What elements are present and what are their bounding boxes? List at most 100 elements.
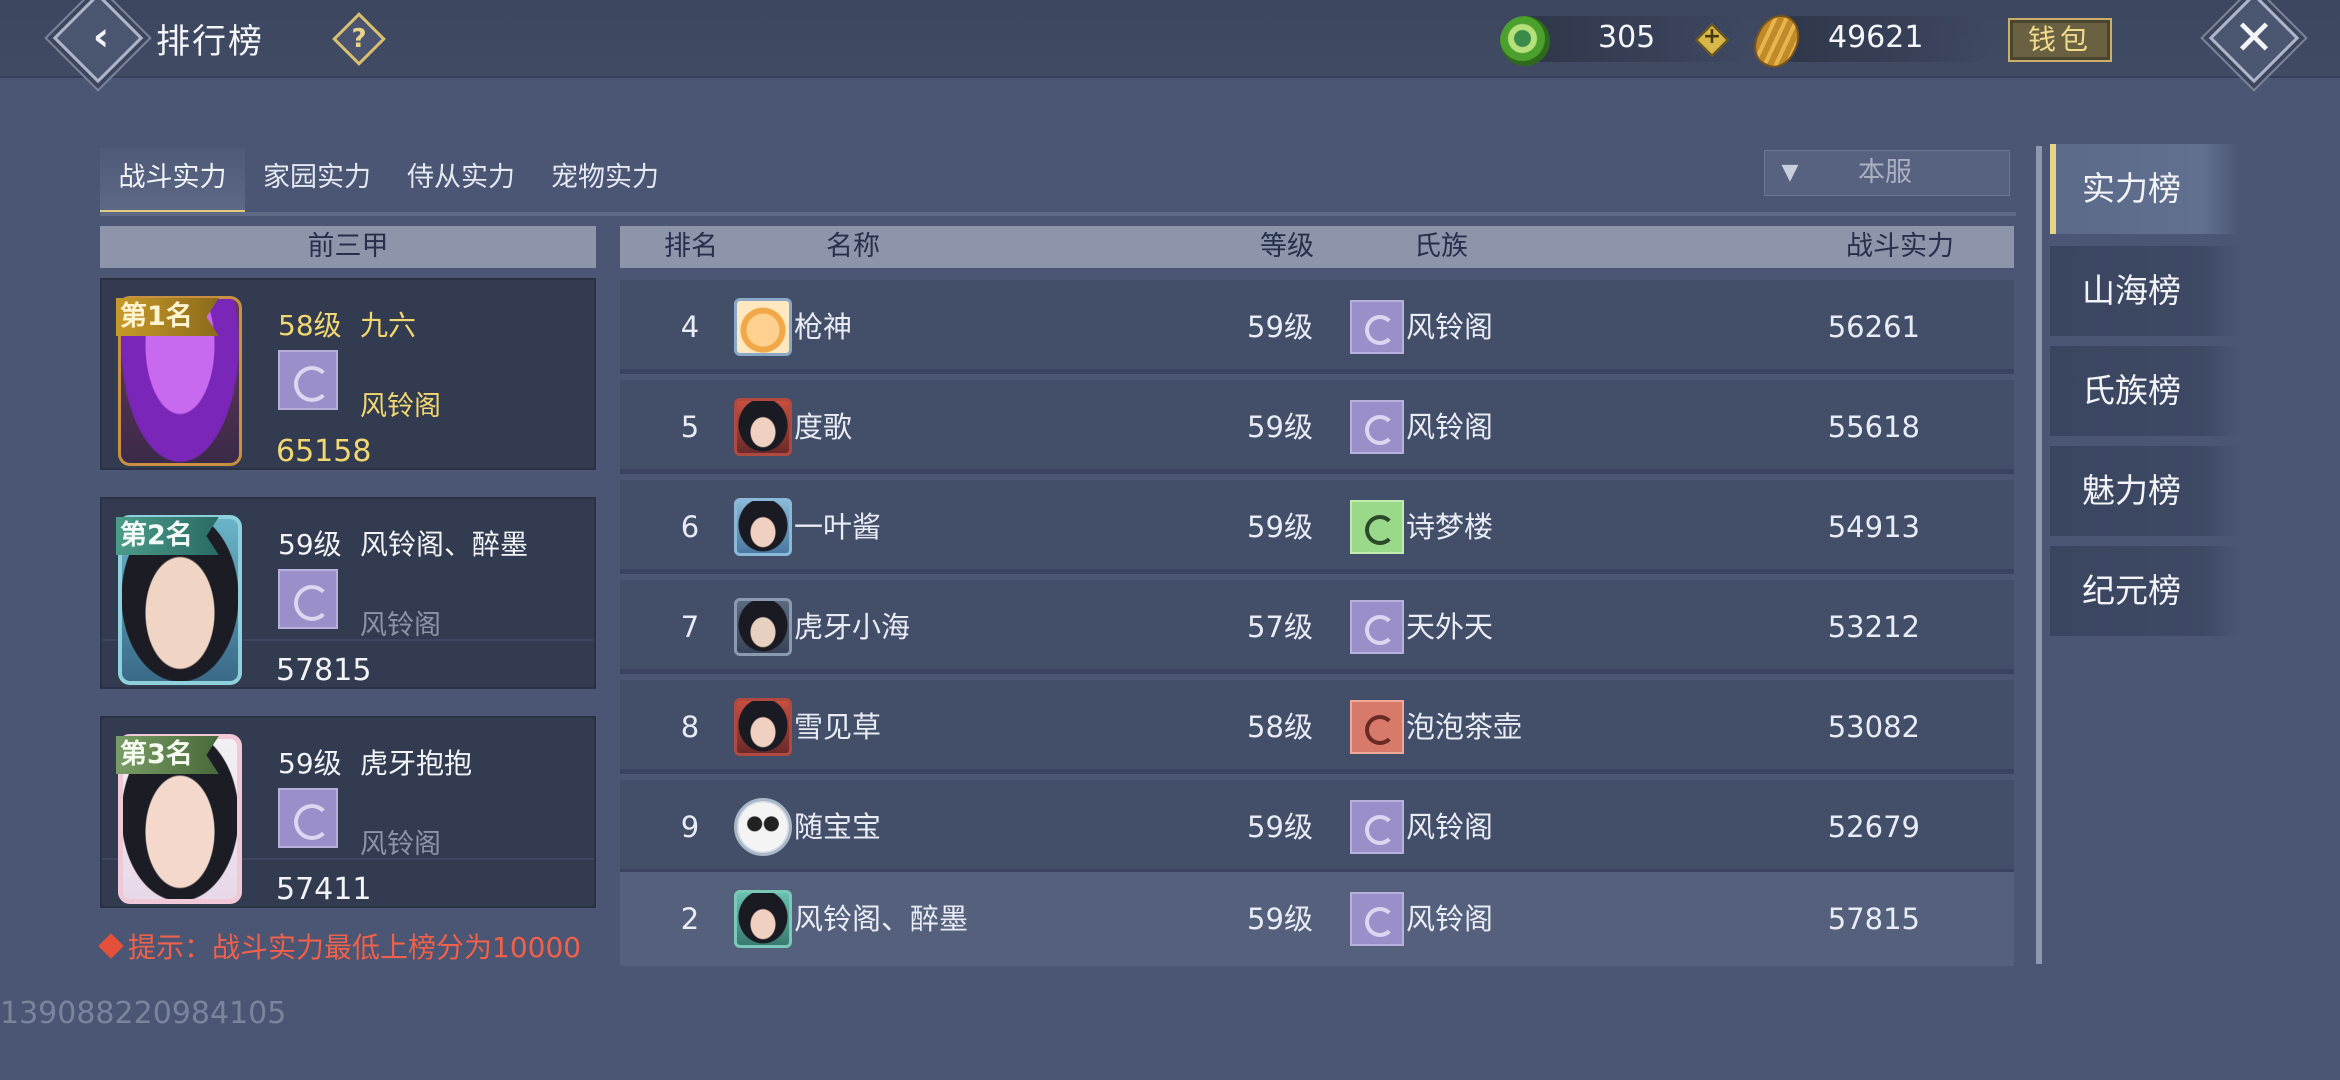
- power-score: 57411: [276, 872, 372, 907]
- user-id: 13908822098410​5: [0, 996, 287, 1031]
- ranking-table-header: 排名 名称 等级 氏族 战斗实力: [620, 226, 2014, 268]
- table-row[interactable]: 9 随宝宝 59级 风铃阁 52679: [620, 780, 2014, 874]
- clan-name: 风铃阁: [360, 610, 441, 641]
- table-row[interactable]: 4 枪神 59级 风铃阁 56261: [620, 280, 2014, 374]
- category-tabs: 战斗实力 家园实力 侍从实力 宠物实力: [100, 148, 660, 216]
- row-power: 54913: [1827, 510, 1920, 544]
- clan-emblem-icon: [1350, 300, 1404, 354]
- player-level: 59级: [278, 747, 342, 780]
- hint-text: 提示：战斗实力最低上榜分为10000: [128, 931, 582, 964]
- question-mark-icon: ?: [351, 24, 367, 54]
- jade-value: 305: [1598, 20, 1656, 55]
- clan-emblem-icon: [1350, 600, 1404, 654]
- player-name: 九六: [360, 309, 417, 342]
- column-clan: 氏族: [1414, 231, 1468, 262]
- table-row[interactable]: 6 一叶酱 59级 诗梦楼 54913: [620, 480, 2014, 574]
- panda-avatar-icon: [734, 798, 792, 856]
- row-level: 59级: [1247, 810, 1313, 844]
- min-score-hint: 提示：战斗实力最低上榜分为10000: [98, 926, 582, 966]
- row-power: 56261: [1827, 310, 1920, 344]
- player-name: 虎牙抱抱: [360, 747, 473, 780]
- power-score: 57815: [276, 653, 372, 688]
- row-name: 雪见草: [794, 710, 882, 744]
- gold-value: 49621: [1828, 20, 1924, 55]
- page-title: 排行榜: [156, 22, 264, 62]
- player-level: 59级: [278, 528, 342, 561]
- back-arrow-icon: ‹: [92, 14, 110, 60]
- clan-emblem-icon: [278, 350, 338, 410]
- top3-card-2[interactable]: 第2名 59级 风铃阁、醉墨 风铃阁 57815: [100, 497, 596, 689]
- row-clan: 风铃阁: [1406, 810, 1494, 844]
- clan-emblem-icon: [1350, 892, 1404, 946]
- table-row[interactable]: 7 虎牙小海 57级 天外天 53212: [620, 580, 2014, 674]
- close-icon: ✕: [2233, 10, 2275, 66]
- column-power: 战斗实力: [1846, 231, 1954, 262]
- table-row[interactable]: 8 雪见草 58级 泡泡茶壶 53082: [620, 680, 2014, 774]
- row-power: 53082: [1827, 710, 1920, 744]
- rank-badge: 第1名: [116, 298, 219, 336]
- row-clan: 天外天: [1406, 610, 1494, 644]
- top3-card-3[interactable]: 第3名 59级 虎牙抱抱 风铃阁 57411: [100, 716, 596, 908]
- tab-combat-power[interactable]: 战斗实力: [100, 148, 245, 214]
- clan-emblem-icon: [1350, 500, 1404, 554]
- row-clan: 风铃阁: [1406, 902, 1494, 936]
- row-clan: 诗梦楼: [1406, 510, 1494, 544]
- cartoon-avatar-icon: [734, 298, 792, 356]
- row-clan: 风铃阁: [1406, 310, 1494, 344]
- player-name: 风铃阁、醉墨: [360, 528, 529, 561]
- clan-emblem-icon: [278, 788, 338, 848]
- jade-coin-icon: [1500, 16, 1550, 66]
- column-level: 等级: [1260, 231, 1314, 262]
- row-clan: 风铃阁: [1406, 410, 1494, 444]
- tab-home-power[interactable]: 家园实力: [245, 148, 389, 214]
- row-level: 58级: [1247, 710, 1313, 744]
- tab-pet-power[interactable]: 宠物实力: [533, 148, 677, 214]
- rank-badge: 第2名: [116, 517, 219, 555]
- tab-attendant-power[interactable]: 侍从实力: [389, 148, 533, 214]
- row-power: 57815: [1827, 902, 1920, 936]
- column-rank: 排名: [664, 231, 718, 262]
- side-nav-era-board[interactable]: 纪元榜: [2050, 546, 2240, 636]
- row-power: 53212: [1827, 610, 1920, 644]
- scrollbar[interactable]: [2036, 146, 2042, 964]
- row-name: 一叶酱: [794, 510, 882, 544]
- row-name: 风铃阁、醉墨: [794, 902, 969, 936]
- girl-avatar-icon: [734, 498, 792, 556]
- clan-emblem-icon: [1350, 400, 1404, 454]
- row-level: 59级: [1247, 410, 1313, 444]
- row-name: 虎牙小海: [794, 610, 911, 644]
- row-power: 52679: [1827, 810, 1920, 844]
- player-level: 58级: [278, 309, 342, 342]
- row-power: 55618: [1827, 410, 1920, 444]
- top3-header: 前三甲: [100, 226, 596, 268]
- girl-avatar-icon: [734, 698, 792, 756]
- my-rank-row[interactable]: 2 风铃阁、醉墨 59级 风铃阁 57815: [620, 872, 2014, 966]
- server-filter-value: 本服: [1858, 157, 1912, 188]
- side-nav-charm-board[interactable]: 魅力榜: [2050, 446, 2240, 536]
- girl-avatar-icon: [734, 398, 792, 456]
- side-nav-power-board[interactable]: 实力榜: [2050, 144, 2240, 234]
- table-row[interactable]: 5 度歌 59级 风铃阁 55618: [620, 380, 2014, 474]
- row-level: 57级: [1247, 610, 1313, 644]
- wallet-button[interactable]: 钱包: [2008, 18, 2112, 62]
- tabs-divider: [100, 212, 2016, 216]
- row-level: 59级: [1247, 902, 1313, 936]
- row-name: 枪神: [794, 310, 853, 344]
- side-nav-clan-board[interactable]: 氏族榜: [2050, 346, 2240, 436]
- cat-girl-avatar-icon: [734, 598, 792, 656]
- row-clan: 泡泡茶壶: [1406, 710, 1523, 744]
- row-level: 59级: [1247, 510, 1313, 544]
- row-name: 随宝宝: [794, 810, 882, 844]
- chevron-down-icon: ▼: [1781, 160, 1799, 185]
- rank-badge: 第3名: [116, 736, 219, 774]
- row-level: 59级: [1247, 310, 1313, 344]
- clan-name: 风铃阁: [360, 829, 441, 860]
- clan-emblem-icon: [1350, 800, 1404, 854]
- clan-emblem-icon: [1350, 700, 1404, 754]
- power-score: 65158: [276, 434, 372, 469]
- column-name: 名称: [826, 231, 880, 262]
- side-nav-shanhai-board[interactable]: 山海榜: [2050, 246, 2240, 336]
- plus-icon: +: [1702, 24, 1722, 49]
- clan-name: 风铃阁: [360, 391, 441, 422]
- top3-card-1[interactable]: 第1名 58级 九六 风铃阁 65158: [100, 278, 596, 470]
